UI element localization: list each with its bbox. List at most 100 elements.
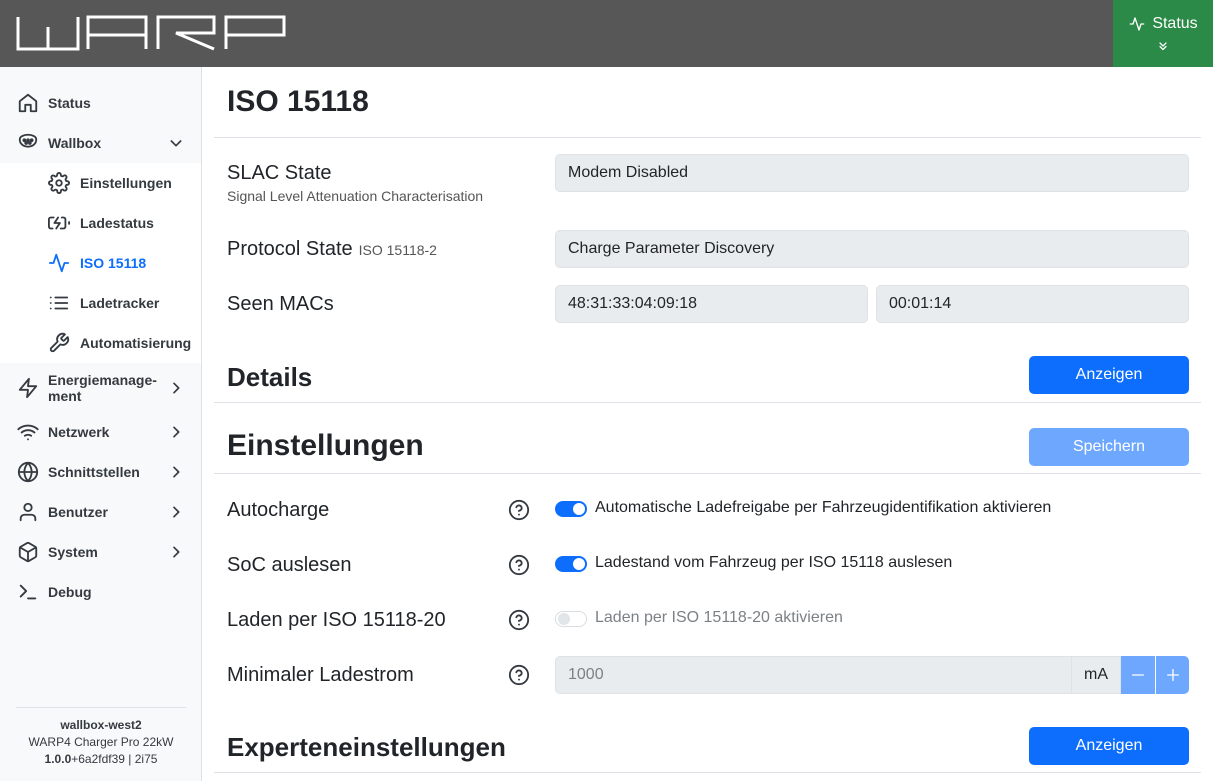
status-button[interactable]: Status: [1113, 0, 1213, 67]
sidebar-subitem-iso15118[interactable]: ISO 15118: [0, 243, 201, 283]
protocol-state-label-text: Protocol State: [227, 238, 353, 260]
soc-switch[interactable]: [555, 556, 587, 572]
plus-icon: [1167, 669, 1179, 681]
sidebar-item-wallbox[interactable]: Wallbox: [0, 123, 201, 163]
box-icon: [18, 541, 38, 563]
top-bar: Status: [0, 0, 1213, 67]
chevron-right-icon: [173, 426, 180, 438]
list-icon: [49, 296, 69, 310]
sidebar: Status Wallbox Einstellungen Ladestatus …: [0, 67, 202, 781]
sidebar-subitem-label: Ladestatus: [80, 215, 154, 231]
expert-section-title: Experteneinstellungen: [227, 732, 506, 762]
wrench-icon: [49, 332, 70, 353]
iso20-switch-label: Laden per ISO 15118-20 aktivieren: [595, 609, 843, 626]
min-current-input-group: 1000 mA: [555, 656, 1189, 694]
autocharge-label: Autocharge: [227, 499, 330, 521]
divider: [214, 137, 1201, 138]
min-current-label: Minimaler Ladestrom: [227, 664, 414, 686]
version-build: +6a2fdf39 | 2i75: [71, 752, 158, 766]
switch-knob: [558, 613, 570, 625]
divider: [214, 772, 1201, 773]
sidebar-subitem-einstellungen[interactable]: Einstellungen: [0, 163, 201, 203]
sidebar-item-debug[interactable]: Debug: [0, 572, 201, 612]
settings-section-title: Einstellungen: [227, 429, 424, 462]
wifi-icon: [17, 424, 39, 441]
seen-mac-time: 00:01:14: [876, 285, 1189, 323]
sidebar-subitem-label: Einstellungen: [80, 175, 172, 191]
warp-logo: [16, 15, 286, 51]
increment-button[interactable]: [1155, 656, 1189, 694]
sidebar-item-label: Netzwerk: [48, 424, 110, 440]
help-icon[interactable]: [508, 664, 530, 686]
min-current-input[interactable]: 1000: [555, 656, 1072, 694]
activity-icon: [1129, 17, 1145, 31]
switch-knob: [573, 558, 585, 570]
sidebar-item-benutzer[interactable]: Benutzer: [0, 492, 201, 532]
minus-icon: [1132, 674, 1144, 676]
sidebar-item-label: Energiemanage- ment: [48, 372, 157, 404]
sidebar-subitem-automatisierung[interactable]: Automatisierung: [0, 323, 201, 363]
sidebar-item-energiemanagement[interactable]: Energiemanage- ment: [0, 367, 201, 409]
sidebar-item-label: Status: [48, 95, 91, 111]
sidebar-item-netzwerk[interactable]: Netzwerk: [0, 412, 201, 452]
details-show-button[interactable]: Anzeigen: [1029, 356, 1189, 394]
soc-label: SoC auslesen: [227, 554, 352, 576]
lightning-icon: [18, 377, 38, 399]
sidebar-item-label: Benutzer: [48, 504, 108, 520]
chevron-down-icon: [170, 140, 182, 147]
terminal-icon: [19, 584, 37, 600]
chevron-right-icon: [173, 382, 180, 394]
slac-state-value: Modem Disabled: [555, 154, 1189, 192]
soc-switch-label: Ladestand vom Fahrzeug per ISO 15118 aus…: [595, 554, 953, 571]
sidebar-item-label: Schnittstellen: [48, 464, 140, 480]
expert-show-button[interactable]: Anzeigen: [1029, 727, 1189, 765]
sidebar-subitem-ladetracker[interactable]: Ladetracker: [0, 283, 201, 323]
sidebar-subitem-ladestatus[interactable]: Ladestatus: [0, 203, 201, 243]
sidebar-item-system[interactable]: System: [0, 532, 201, 572]
device-model: WARP4 Charger Pro 22kW: [28, 735, 174, 749]
min-current-unit: mA: [1071, 656, 1121, 694]
sidebar-item-label: Debug: [48, 584, 92, 600]
page-title: ISO 15118: [227, 85, 369, 118]
slac-state-sublabel: Signal Level Attenuation Characterisatio…: [227, 188, 484, 204]
chevron-right-icon: [173, 466, 180, 478]
chevrons-down-icon: [1159, 42, 1167, 51]
divider: [214, 402, 1201, 403]
sidebar-subitem-label: ISO 15118: [80, 255, 147, 271]
sidebar-item-schnittstellen[interactable]: Schnittstellen: [0, 452, 201, 492]
device-info: wallbox-west2 WARP4 Charger Pro 22kW 1.0…: [16, 707, 186, 768]
help-icon[interactable]: [508, 554, 530, 576]
protocol-state-label: Protocol State ISO 15118-2: [227, 238, 437, 261]
version-number: 1.0.0: [44, 752, 72, 766]
iso20-switch[interactable]: [555, 611, 587, 627]
user-icon: [19, 502, 37, 522]
status-button-label: Status: [1152, 15, 1198, 32]
autocharge-switch-label: Automatische Ladefreigabe per Fahrzeugid…: [595, 499, 1052, 516]
activity-icon: [48, 253, 70, 273]
gear-icon: [48, 172, 70, 194]
sidebar-item-label: Wallbox: [48, 135, 102, 151]
sidebar-item-label: System: [48, 544, 98, 560]
save-button[interactable]: Speichern: [1029, 428, 1189, 466]
device-hostname: wallbox-west2: [60, 718, 142, 732]
globe-icon: [17, 461, 39, 483]
seen-macs-label: Seen MACs: [227, 293, 334, 315]
chevron-right-icon: [173, 546, 180, 558]
sidebar-subitem-label: Ladetracker: [80, 295, 160, 311]
iso20-label: Laden per ISO 15118-20: [227, 609, 446, 631]
wallbox-submenu: Einstellungen Ladestatus ISO 15118 Ladet…: [0, 163, 201, 363]
help-icon[interactable]: [508, 609, 530, 631]
chevron-right-icon: [173, 506, 180, 518]
sidebar-subitem-label: Automatisierung: [80, 335, 192, 351]
divider: [214, 473, 1201, 474]
charger-plug-icon: [18, 133, 38, 148]
switch-knob: [573, 503, 585, 515]
seen-mac-value: 48:31:33:04:09:18: [555, 285, 868, 323]
details-section-title: Details: [227, 362, 313, 392]
sidebar-item-status[interactable]: Status: [0, 83, 201, 123]
help-icon[interactable]: [508, 499, 530, 521]
autocharge-switch[interactable]: [555, 501, 587, 517]
decrement-button[interactable]: [1121, 656, 1155, 694]
home-icon: [18, 93, 38, 113]
protocol-state-sublabel: ISO 15118-2: [358, 242, 437, 258]
